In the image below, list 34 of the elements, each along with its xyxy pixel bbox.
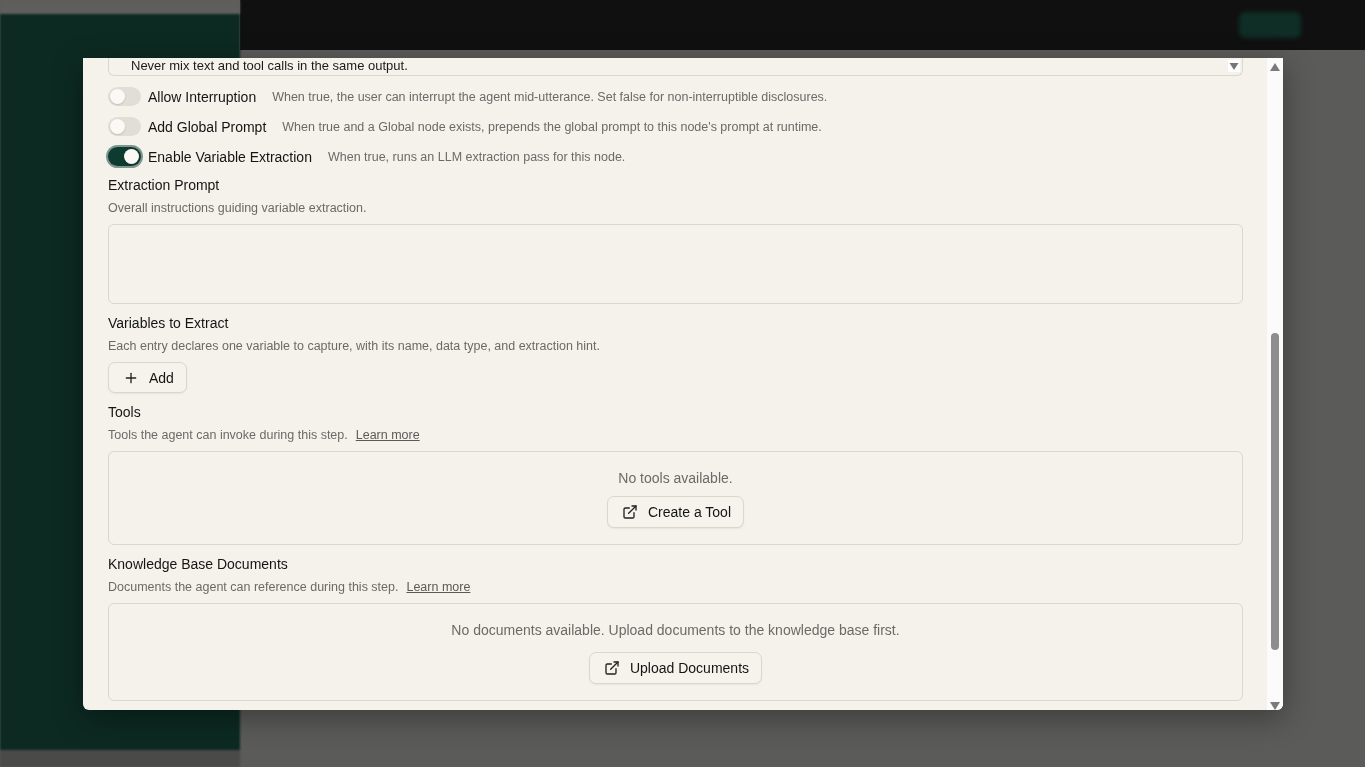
learn-more-link[interactable]: Learn more: [355, 427, 420, 444]
section-title: Variables to Extract: [108, 313, 229, 332]
section-title: Tools: [108, 403, 141, 422]
blurred-highlight: [1239, 12, 1301, 38]
section-description: Documents the agent can reference during this step.: [108, 579, 399, 596]
scrollbar[interactable]: [1267, 58, 1283, 710]
learn-more-link[interactable]: Learn more: [406, 579, 471, 596]
section-description: Overall instructions guiding variable extraction.: [108, 199, 367, 216]
external-link-icon: [603, 660, 620, 677]
scroll-down-icon[interactable]: [1228, 60, 1240, 72]
create-tool-button[interactable]: Create a Tool: [607, 496, 744, 529]
extraction-prompt-field[interactable]: [108, 223, 1243, 304]
toggle-switch[interactable]: [108, 147, 141, 167]
external-link-icon: [622, 504, 638, 521]
empty-state-text: No tools available.: [618, 469, 733, 488]
prompt-text-field[interactable]: Never mix text and tool calls in the same output.: [108, 58, 1243, 76]
add-button[interactable]: Add: [108, 361, 187, 394]
toggle-switch[interactable]: [108, 87, 141, 107]
toggle-label: Enable Variable Extraction: [148, 148, 312, 165]
toggle-label: Add Global Prompt: [148, 118, 267, 135]
toggle-label: Allow Interruption: [148, 88, 257, 105]
upload-documents-button[interactable]: Upload Documents: [588, 652, 763, 685]
toggle-description: When true, the user can interrupt the agent mid-utterance. Set false for non-interruptible disclosures.: [272, 89, 828, 104]
toggle-description: When true, runs an LLM extraction pass for this node.: [327, 149, 626, 164]
scroll-down-icon[interactable]: [1270, 702, 1280, 710]
empty-state-text: No documents available. Upload documents to the knowledge base first.: [451, 621, 900, 640]
toggle-description: When true and a Global node exists, prepends the global prompt to this node's prompt at runtime.: [282, 119, 822, 134]
section-title: Knowledge Base Documents: [108, 555, 288, 574]
section-description: Each entry declares one variable to capture, with its name, data type, and extraction hint.: [108, 337, 600, 354]
section-title: Extraction Prompt: [108, 175, 220, 194]
scroll-up-icon[interactable]: [1270, 63, 1280, 71]
section-description: Tools the agent can invoke during this step.: [108, 427, 348, 444]
toggle-switch[interactable]: [108, 117, 141, 137]
scrollbar-thumb[interactable]: [1271, 333, 1279, 650]
